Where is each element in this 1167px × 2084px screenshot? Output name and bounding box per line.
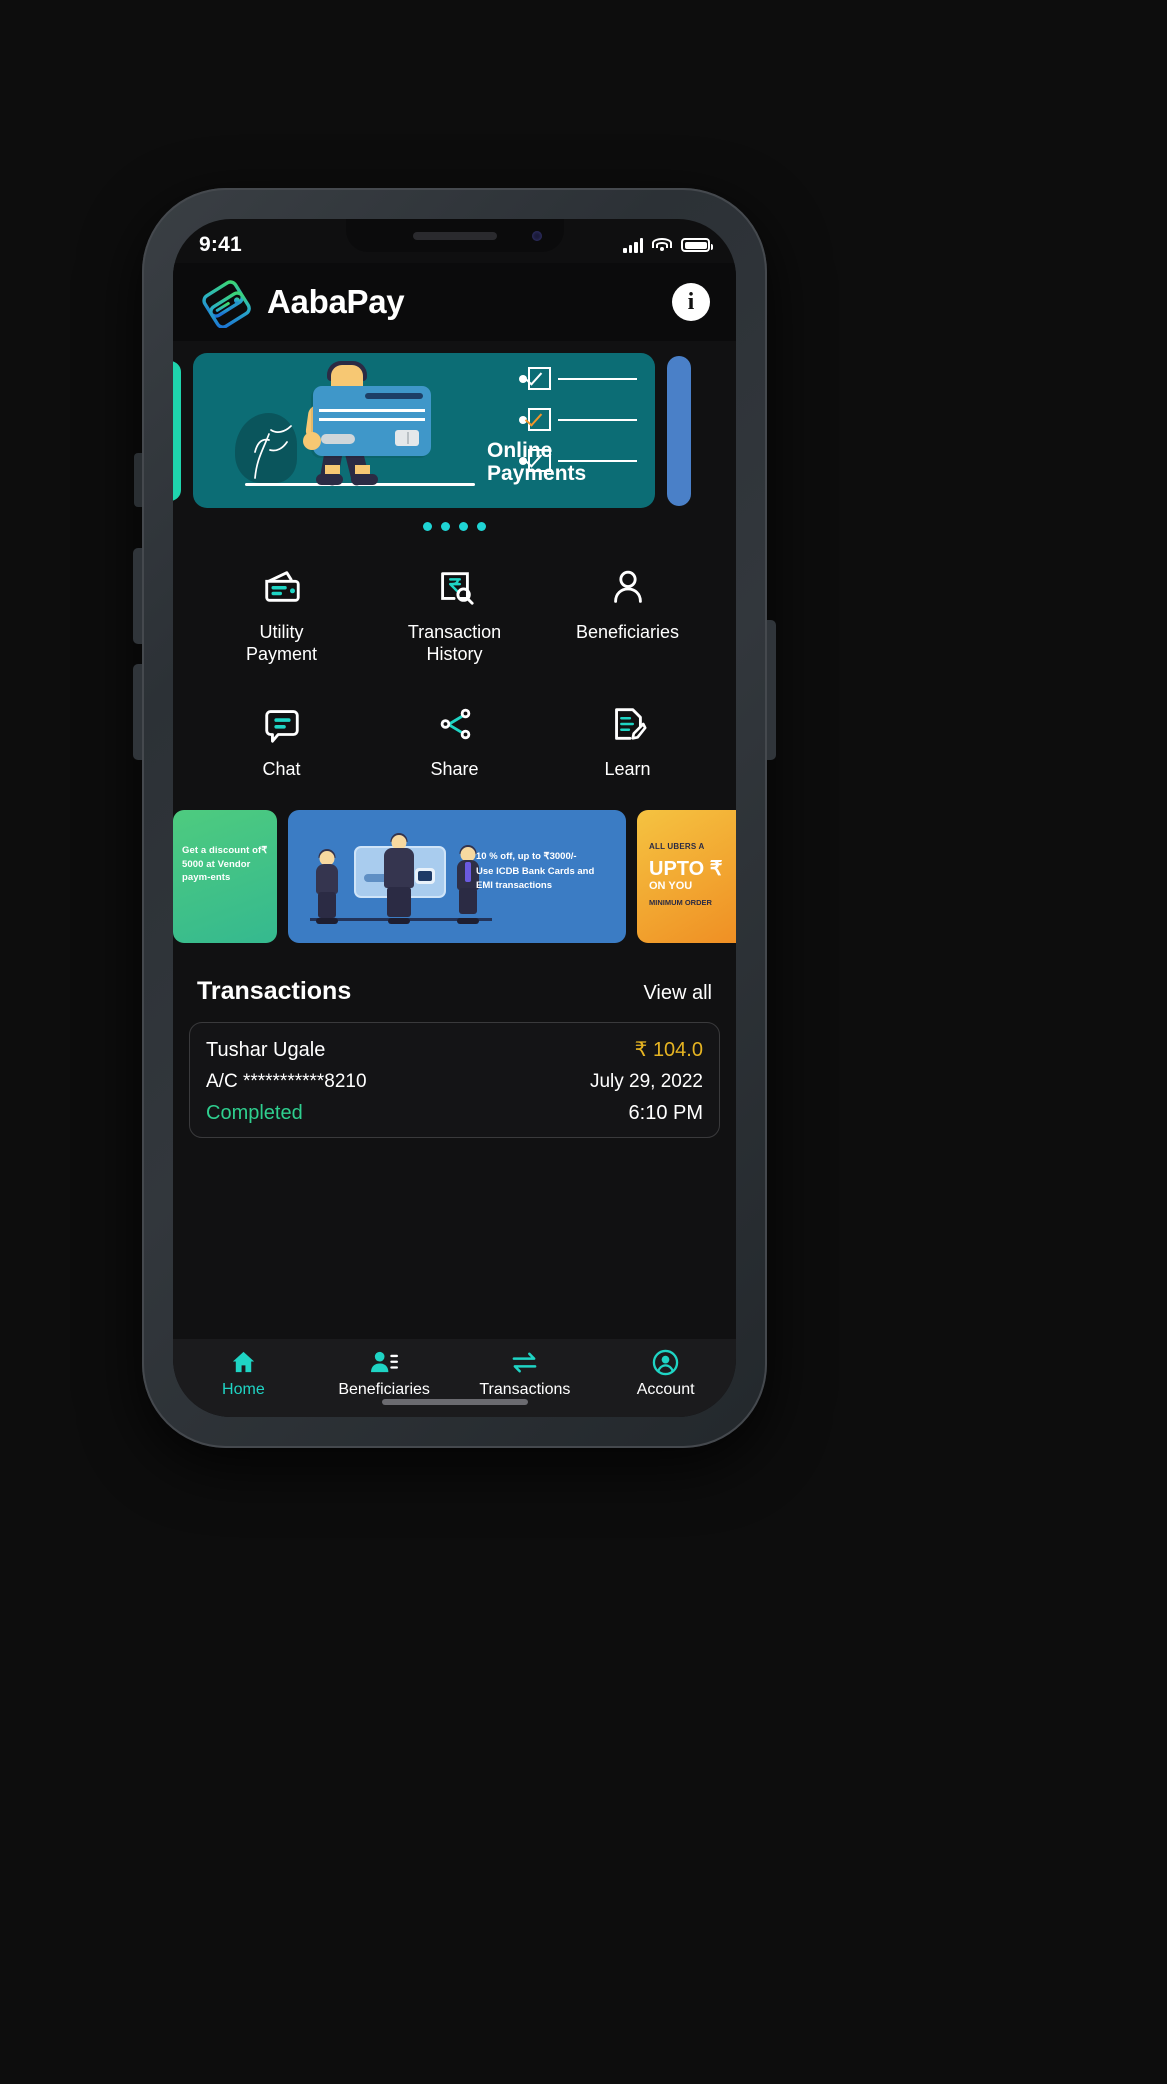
page-title: AabaPay <box>267 283 405 320</box>
quick-action-label: Utility Payment <box>245 622 318 665</box>
transactions-section-title: Transactions <box>197 976 352 1005</box>
promo-text: 10 % off, up to ₹3000/- Use ICDB Bank Ca… <box>476 850 616 894</box>
rupee-search-icon <box>433 565 477 609</box>
carousel-caption-line1: Online <box>487 438 553 462</box>
transaction-row[interactable]: Tushar Ugale ₹ 104.0 A/C ***********8210… <box>189 1021 720 1138</box>
view-all-link[interactable]: View all <box>643 982 712 1005</box>
transaction-name: Tushar Ugale <box>206 1038 326 1061</box>
carousel-caption-line2: Payments <box>487 462 587 486</box>
nav-item-account[interactable]: Account <box>595 1348 736 1399</box>
quick-action-transaction-history[interactable]: Transaction History <box>368 565 541 666</box>
volume-up-button[interactable] <box>133 548 142 644</box>
promo-text: Get a discount of₹ 5000 at Vendor paym-e… <box>182 844 268 884</box>
quick-action-chat[interactable]: Chat <box>195 702 368 780</box>
transaction-date: July 29, 2022 <box>589 1070 703 1092</box>
wifi-icon <box>652 237 672 253</box>
transactions-header: Transactions View all <box>173 943 736 1006</box>
promo-carousel[interactable]: Online Payments <box>173 353 736 508</box>
transfer-arrows-icon <box>510 1348 539 1376</box>
share-nodes-icon <box>433 702 477 746</box>
bottom-navigation-bar: Home Beneficiaries Transactions Account <box>173 1339 736 1417</box>
nav-item-beneficiaries[interactable]: Beneficiaries <box>314 1348 455 1399</box>
status-time: 9:41 <box>199 233 242 256</box>
quick-action-label: Learn <box>604 758 651 779</box>
promo-line1: ALL UBERS A <box>649 841 705 851</box>
transaction-time: 6:10 PM <box>628 1101 703 1124</box>
promo-line1: 10 % off, up to ₹3000/- <box>476 850 577 862</box>
carousel-slide-online-payments[interactable]: Online Payments <box>193 353 655 508</box>
promo-line3: ON YOU <box>649 879 693 892</box>
hand-illustration <box>303 432 321 450</box>
nav-item-home[interactable]: Home <box>173 1348 314 1399</box>
quick-action-label: Beneficiaries <box>575 622 680 642</box>
earpiece-speaker <box>412 232 497 240</box>
quick-action-label: Chat <box>262 758 301 779</box>
promo-banner-icdb-bank[interactable]: 10 % off, up to ₹3000/- Use ICDB Bank Ca… <box>288 809 626 943</box>
quick-action-utility-payment[interactable]: Utility Payment <box>195 565 368 666</box>
checkbox-checked-orange-icon <box>528 408 551 431</box>
person-icon <box>606 565 650 609</box>
transaction-amount: ₹ 104.0 <box>634 1038 703 1061</box>
status-badge: Completed <box>206 1101 303 1124</box>
phone-screen: 9:41 AabaPay i Online Payments Utility P… <box>173 219 736 1417</box>
status-icons <box>623 237 713 253</box>
aabapay-logo-icon <box>199 276 251 329</box>
quick-action-label: Share <box>430 758 479 779</box>
front-camera <box>531 231 542 241</box>
promo-line3: EMI transactions <box>476 880 553 892</box>
nav-label: Beneficiaries <box>338 1381 430 1398</box>
cellular-signal-icon <box>623 237 643 253</box>
power-button[interactable] <box>767 620 776 760</box>
promo-line2: UPTO ₹ <box>649 857 723 880</box>
nav-item-transactions[interactable]: Transactions <box>455 1348 596 1399</box>
carousel-dot-1[interactable] <box>423 522 432 531</box>
quick-actions-grid: Utility Payment Transaction History Bene… <box>173 531 736 780</box>
quick-action-learn[interactable]: Learn <box>541 702 714 780</box>
nav-label: Account <box>636 1381 695 1398</box>
carousel-dot-2[interactable] <box>441 522 450 531</box>
battery-icon <box>681 238 713 252</box>
chat-bubble-icon <box>260 702 304 746</box>
quick-action-beneficiaries[interactable]: Beneficiaries <box>541 565 714 666</box>
account-circle-icon <box>652 1348 679 1376</box>
quick-action-label: Transaction History <box>407 622 502 665</box>
carousel-prev-slide-peek[interactable] <box>173 360 181 501</box>
home-icon <box>230 1348 257 1376</box>
info-icon[interactable]: i <box>672 283 710 321</box>
credit-card-illustration <box>313 386 431 456</box>
notch <box>345 219 564 252</box>
carousel-caption: Online Payments <box>487 439 637 486</box>
volume-down-button[interactable] <box>133 664 142 760</box>
checkbox-checked-icon <box>528 367 551 390</box>
nav-label: Home <box>222 1381 265 1398</box>
carousel-dots[interactable] <box>173 522 736 531</box>
home-indicator[interactable] <box>381 1399 528 1405</box>
transaction-account: A/C ***********8210 <box>206 1070 367 1092</box>
promo-line4: MINIMUM ORDER <box>649 897 712 907</box>
main-scroll-area[interactable]: Online Payments Utility Payment Transact… <box>173 341 736 1339</box>
promo-banner-vendor-discount[interactable]: Get a discount of₹ 5000 at Vendor paym-e… <box>173 809 277 943</box>
document-pencil-icon <box>606 702 650 746</box>
screenshot-root: 9:41 AabaPay i Online Payments Utility P… <box>0 0 1167 2084</box>
carousel-track[interactable]: Online Payments <box>173 353 691 508</box>
carousel-dot-4[interactable] <box>477 522 486 531</box>
nav-label: Transactions <box>479 1381 571 1398</box>
phone-frame: 9:41 AabaPay i Online Payments Utility P… <box>133 188 776 1448</box>
wallet-icon <box>260 565 304 609</box>
promo-banner-strip[interactable]: Get a discount of₹ 5000 at Vendor paym-e… <box>173 780 736 943</box>
app-header: AabaPay i <box>173 263 736 341</box>
carousel-dot-3[interactable] <box>459 522 468 531</box>
contacts-icon <box>370 1348 399 1376</box>
promo-banner-uber-offer[interactable]: ALL UBERS A UPTO ₹ ON YOU MINIMUM ORDER <box>637 809 736 943</box>
quick-action-share[interactable]: Share <box>368 702 541 780</box>
promo-line2: Use ICDB Bank Cards and <box>476 865 595 877</box>
carousel-next-slide-peek[interactable] <box>667 355 691 506</box>
